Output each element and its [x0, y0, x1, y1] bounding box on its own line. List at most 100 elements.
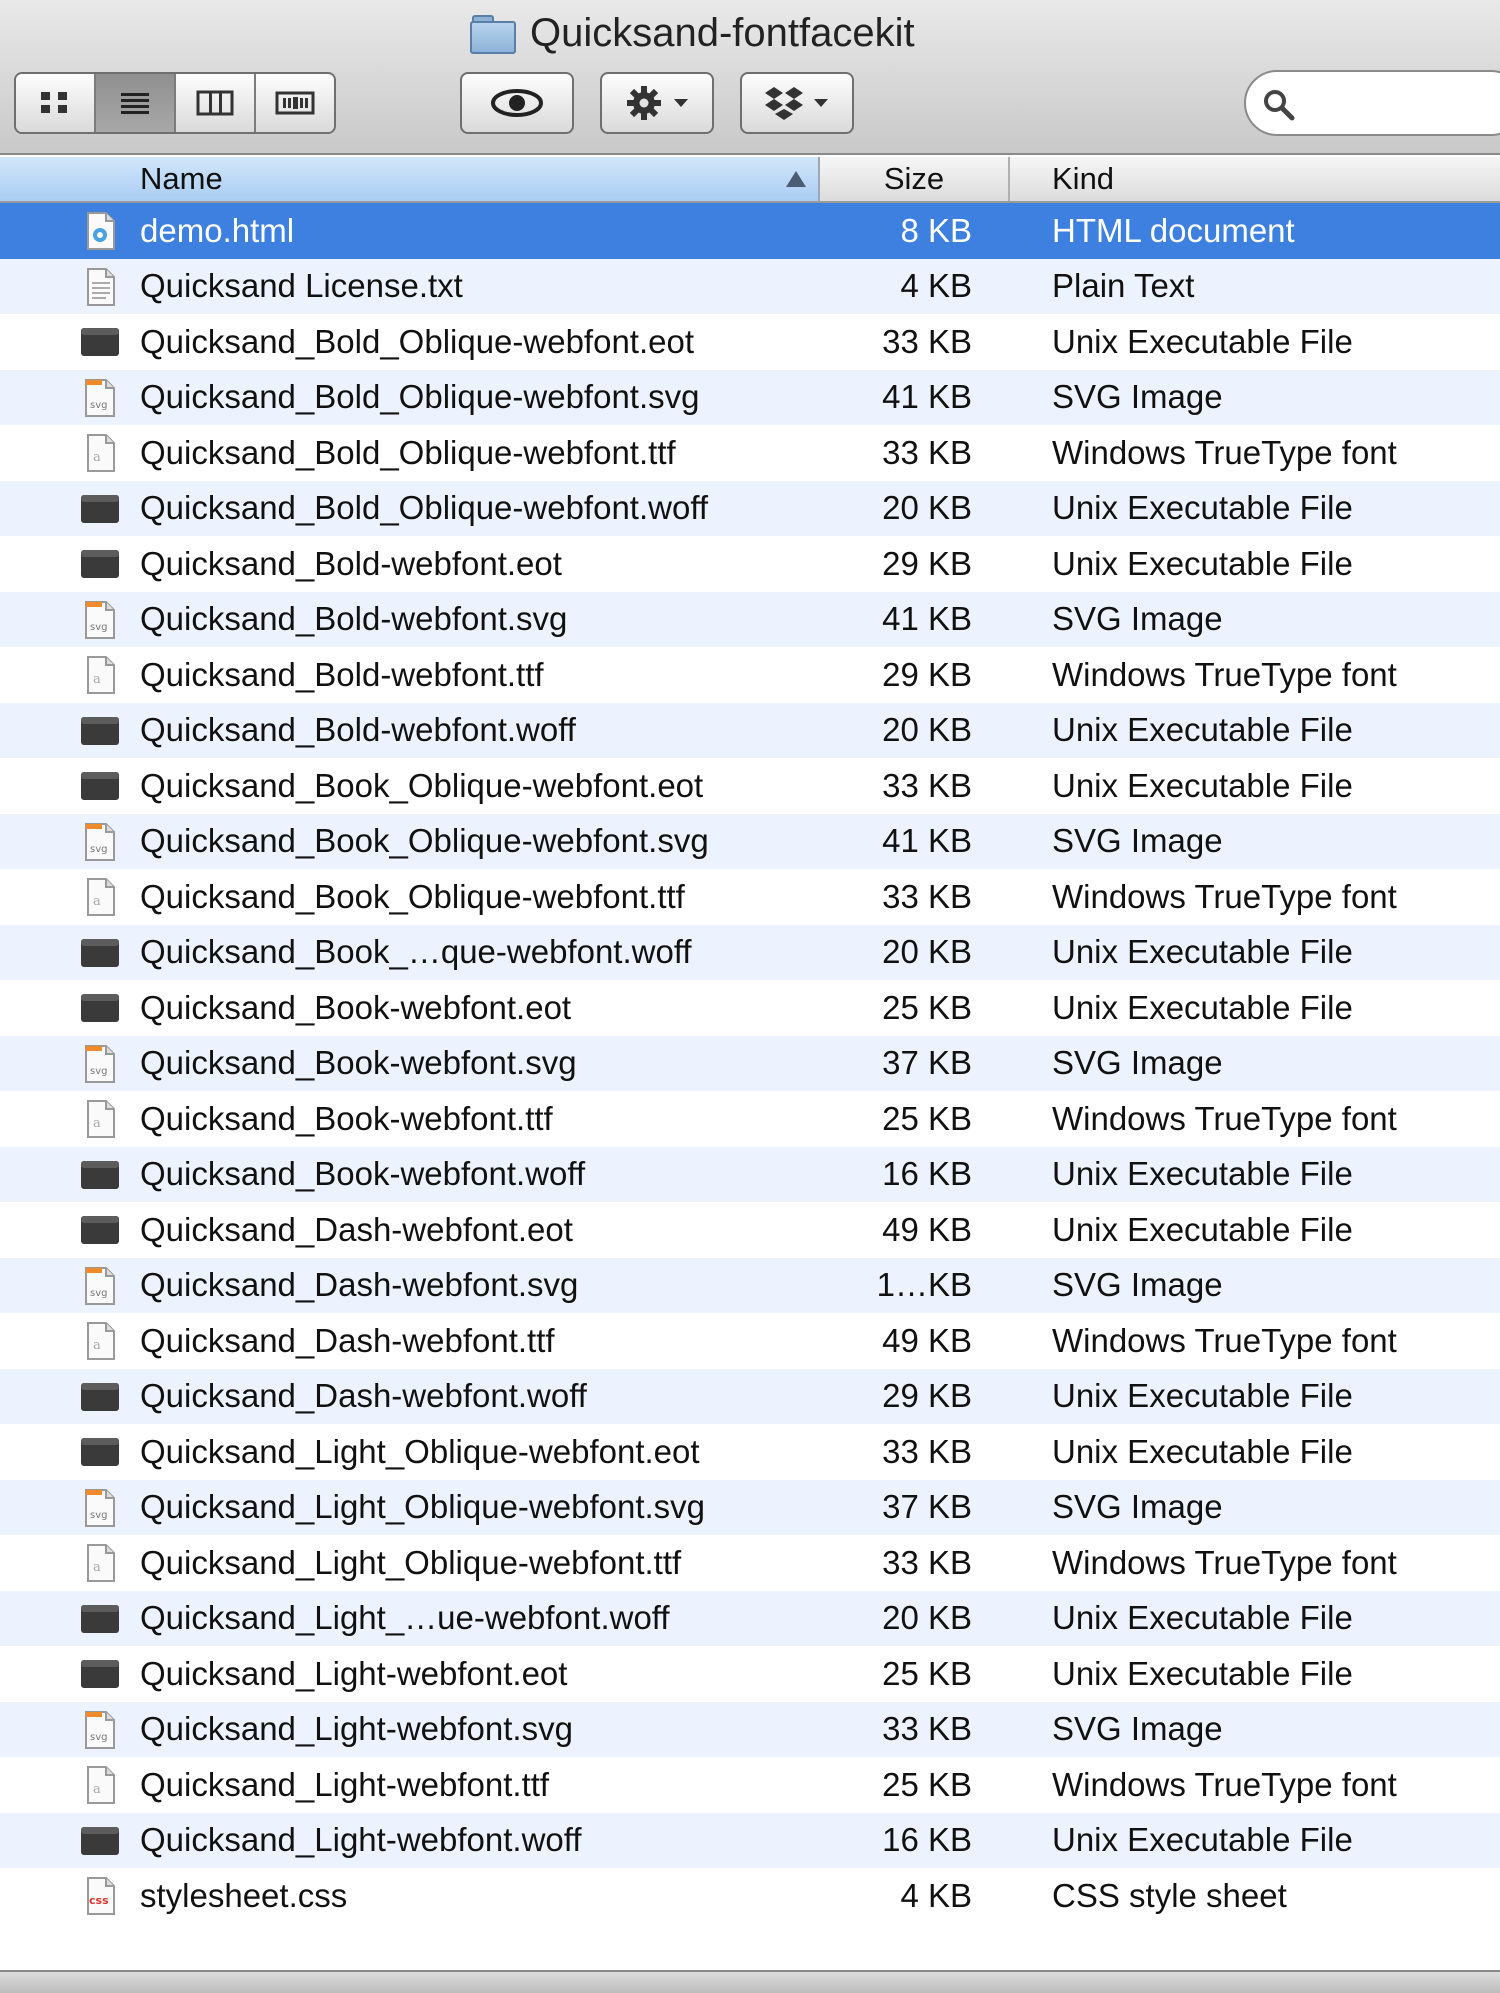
file-size: 29 KB: [882, 1377, 972, 1415]
file-row[interactable]: svg Quicksand_Bold_Oblique-webfont.svg 41 …: [0, 369, 1500, 425]
status-bar: [0, 1970, 1500, 1993]
font-file-icon: a: [80, 1544, 120, 1582]
file-row[interactable]: Quicksand_Book-webfont.woff 16 KB Unix Exe…: [0, 1146, 1500, 1202]
file-row[interactable]: Quicksand_Book-webfont.eot 25 KB Unix Exec…: [0, 980, 1500, 1036]
svg-text:svg: svg: [90, 1066, 107, 1077]
file-kind: Unix Executable File: [1052, 1377, 1353, 1415]
executable-file-icon: [80, 324, 120, 360]
file-name: Quicksand_Dash-webfont.ttf: [140, 1321, 555, 1359]
file-row[interactable]: Quicksand_Bold-webfont.eot 29 KB Unix Exec…: [0, 536, 1500, 592]
svg-text:svg: svg: [90, 1288, 107, 1299]
file-row[interactable]: a Quicksand_Book_Oblique-webfont.ttf 33 KB…: [0, 869, 1500, 925]
file-name: Quicksand_Book_Oblique-webfont.ttf: [140, 877, 685, 915]
file-row[interactable]: svg Quicksand_Dash-webfont.svg 1…KB SVG Ima…: [0, 1257, 1500, 1313]
file-row[interactable]: Quicksand_Light-webfont.woff 16 KB Unix Ex…: [0, 1812, 1500, 1868]
file-row[interactable]: Quicksand_Bold-webfont.woff 20 KB Unix Exe…: [0, 702, 1500, 758]
file-row[interactable]: css stylesheet.css 4 KB CSS style sheet: [0, 1868, 1500, 1924]
file-name: Quicksand_Book_…que-webfont.woff: [140, 933, 692, 971]
column-view-button[interactable]: [176, 74, 256, 132]
file-row[interactable]: a Quicksand_Book-webfont.ttf 25 KB Windows …: [0, 1091, 1500, 1147]
file-row[interactable]: a Quicksand_Bold-webfont.ttf 29 KB Windows …: [0, 647, 1500, 703]
search-field[interactable]: [1244, 70, 1500, 136]
file-name: Quicksand_Bold_Oblique-webfont.svg: [140, 378, 700, 416]
file-size: 33 KB: [882, 322, 972, 360]
file-size: 33 KB: [882, 1710, 972, 1748]
svg-text:svg: svg: [90, 622, 107, 633]
file-name: Quicksand_Light-webfont.woff: [140, 1821, 582, 1859]
quick-look-button[interactable]: [460, 72, 574, 134]
view-mode-selector: [14, 72, 336, 134]
file-row[interactable]: Quicksand_Bold_Oblique-webfont.eot 33 KB U…: [0, 314, 1500, 370]
svg-file-icon: svg: [80, 600, 120, 639]
file-row[interactable]: svg Quicksand_Book_Oblique-webfont.svg 41 …: [0, 813, 1500, 869]
file-row[interactable]: Quicksand_Dash-webfont.woff 29 KB Unix Exe…: [0, 1368, 1500, 1424]
file-kind: Windows TrueType font: [1052, 655, 1397, 693]
file-row[interactable]: demo.html 8 KB HTML document: [0, 203, 1500, 259]
file-row[interactable]: Quicksand_Light-webfont.eot 25 KB Unix Exe…: [0, 1646, 1500, 1702]
file-row[interactable]: a Quicksand_Light_Oblique-webfont.ttf 33 K…: [0, 1535, 1500, 1591]
file-kind: SVG Image: [1052, 378, 1223, 416]
executable-file-icon: [80, 713, 120, 749]
file-row[interactable]: a Quicksand_Light-webfont.ttf 25 KB Windows…: [0, 1757, 1500, 1813]
file-row[interactable]: svg Quicksand_Light-webfont.svg 33 KB SVG I…: [0, 1701, 1500, 1757]
file-name: Quicksand_Book-webfont.ttf: [140, 1099, 553, 1137]
file-kind: Unix Executable File: [1052, 1432, 1353, 1470]
search-input[interactable]: [1306, 80, 1500, 128]
file-name: Quicksand_Book_Oblique-webfont.eot: [140, 766, 704, 804]
file-kind: SVG Image: [1052, 1488, 1223, 1526]
file-kind: Unix Executable File: [1052, 711, 1353, 749]
svg-text:a: a: [93, 1782, 101, 1797]
svg-text:svg: svg: [90, 844, 107, 855]
file-list: demo.html 8 KB HTML document Quicksand Lice…: [0, 203, 1500, 1924]
file-name: Quicksand_Dash-webfont.svg: [140, 1266, 579, 1304]
file-kind: Unix Executable File: [1052, 544, 1353, 582]
file-size: 8 KB: [900, 211, 972, 249]
column-header-kind[interactable]: Kind: [1010, 157, 1500, 201]
file-size: 33 KB: [882, 1432, 972, 1470]
file-size: 41 KB: [882, 378, 972, 416]
file-kind: SVG Image: [1052, 600, 1223, 638]
column-header-name[interactable]: Name: [0, 157, 820, 201]
file-row[interactable]: Quicksand License.txt 4 KB Plain Text: [0, 258, 1500, 314]
file-row[interactable]: Quicksand_Light_…ue-webfont.woff 20 KB Uni…: [0, 1590, 1500, 1646]
file-size: 37 KB: [882, 1044, 972, 1082]
file-kind: SVG Image: [1052, 1266, 1223, 1304]
cover-flow-button[interactable]: [256, 74, 334, 132]
file-kind: Unix Executable File: [1052, 766, 1353, 804]
file-kind: Unix Executable File: [1052, 1599, 1353, 1637]
list-view-button[interactable]: [96, 74, 176, 132]
dropbox-menu-button[interactable]: [740, 72, 854, 134]
file-name: Quicksand_Light_…ue-webfont.woff: [140, 1599, 670, 1637]
file-row[interactable]: a Quicksand_Bold_Oblique-webfont.ttf 33 KB…: [0, 425, 1500, 481]
column-view-icon: [196, 90, 234, 116]
action-menu-button[interactable]: [600, 72, 714, 134]
chevron-down-icon: [674, 99, 688, 107]
file-row[interactable]: Quicksand_Book_Oblique-webfont.eot 33 KB U…: [0, 758, 1500, 814]
file-row[interactable]: svg Quicksand_Bold-webfont.svg 41 KB SVG Im…: [0, 591, 1500, 647]
file-name: Quicksand_Book-webfont.eot: [140, 988, 572, 1026]
file-size: 25 KB: [882, 1765, 972, 1803]
svg-text:css: css: [89, 1894, 109, 1907]
icon-view-button[interactable]: [16, 74, 96, 132]
file-row[interactable]: Quicksand_Dash-webfont.eot 49 KB Unix Exec…: [0, 1202, 1500, 1258]
file-row[interactable]: a Quicksand_Dash-webfont.ttf 49 KB Windows …: [0, 1313, 1500, 1369]
svg-file-icon: svg: [80, 1044, 120, 1083]
file-row[interactable]: Quicksand_Bold_Oblique-webfont.woff 20 KB…: [0, 480, 1500, 536]
file-row[interactable]: Quicksand_Book_…que-webfont.woff 20 KB Uni…: [0, 924, 1500, 980]
file-kind: Plain Text: [1052, 267, 1195, 305]
file-size: 20 KB: [882, 489, 972, 527]
file-size: 33 KB: [882, 1543, 972, 1581]
list-view-icon: [121, 93, 149, 114]
sort-ascending-icon: [786, 171, 806, 187]
search-icon: [1264, 90, 1295, 121]
file-size: 20 KB: [882, 933, 972, 971]
file-row[interactable]: Quicksand_Light_Oblique-webfont.eot 33 KB…: [0, 1424, 1500, 1480]
eye-icon: [491, 89, 543, 117]
file-size: 29 KB: [882, 544, 972, 582]
file-size: 49 KB: [882, 1210, 972, 1248]
file-row[interactable]: svg Quicksand_Light_Oblique-webfont.svg 37…: [0, 1479, 1500, 1535]
column-header-size[interactable]: Size: [820, 157, 1010, 201]
executable-file-icon: [80, 491, 120, 527]
executable-file-icon: [80, 1656, 120, 1692]
file-row[interactable]: svg Quicksand_Book-webfont.svg 37 KB SVG Im…: [0, 1035, 1500, 1091]
